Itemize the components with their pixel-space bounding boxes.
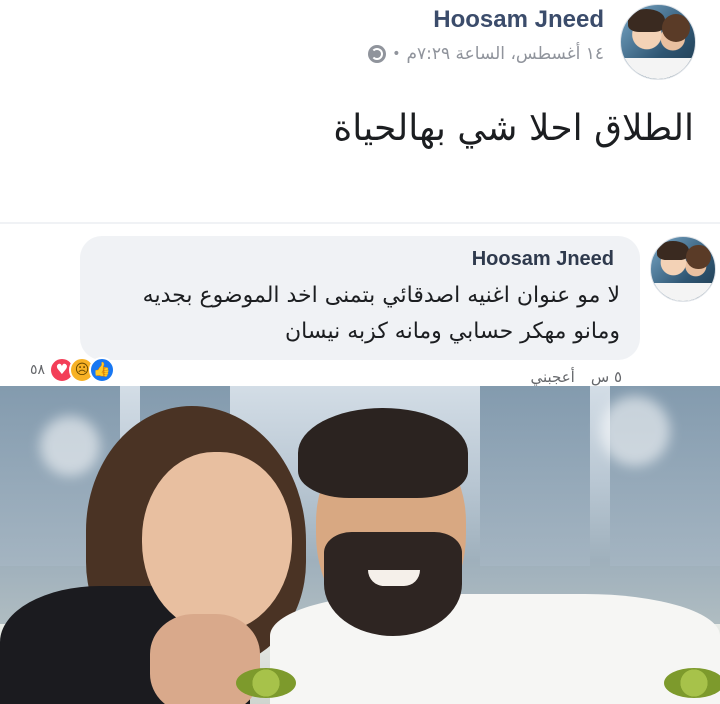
globe-icon[interactable] <box>368 45 387 63</box>
comment-text: لا مو عنوان اغنيه اصدقائي بتمنى اخد المو… <box>90 278 620 350</box>
reaction-summary[interactable]: ٥٨ ♥ ☹ 👍 <box>30 357 116 383</box>
post-meta: • ١٤ أغسطس، الساعة ٧:٢٩م <box>368 44 604 64</box>
reaction-count: ٥٨ <box>30 362 46 378</box>
comment-actions: ٥ س أعجبني <box>530 368 622 386</box>
comment-text-line: لا مو عنوان اغنيه اصدقائي بتمنى اخد المو… <box>142 283 620 308</box>
post-text: الطلاق احلا شي بهالحياة <box>333 108 694 149</box>
comment-age[interactable]: ٥ س <box>591 368 622 386</box>
divider <box>0 222 720 224</box>
post-timestamp[interactable]: ١٤ أغسطس، الساعة ٧:٢٩م <box>406 44 604 64</box>
attached-photo[interactable] <box>0 386 720 704</box>
post: Hoosam Jneed • ١٤ أغسطس، الساعة ٧:٢٩م ال… <box>0 0 720 222</box>
like-button[interactable]: أعجبني <box>530 368 574 386</box>
comment-author-name[interactable]: Hoosam Jneed <box>472 248 614 271</box>
like-icon: 👍 <box>89 357 116 383</box>
post-author-name[interactable]: Hoosam Jneed <box>433 6 604 34</box>
meta-separator: • <box>392 46 401 62</box>
comment-author-avatar[interactable] <box>650 236 716 302</box>
comment-bubble: Hoosam Jneed لا مو عنوان اغنيه اصدقائي ب… <box>80 236 640 360</box>
post-author-avatar[interactable] <box>620 4 696 80</box>
comment-text-line: ومانو مهكر حسابي ومانه كزبه نيسان <box>285 319 620 344</box>
